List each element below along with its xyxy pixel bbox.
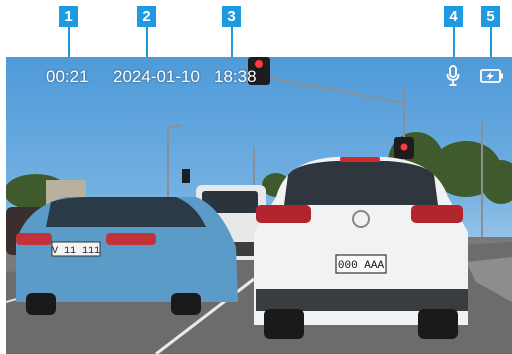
recording-time: 18:38 — [214, 67, 257, 86]
callout-2: 2 — [137, 6, 156, 27]
elapsed-time: 00:21 — [46, 67, 89, 86]
recording-date: 2024-01-10 — [113, 67, 200, 86]
microphone-icon — [446, 65, 460, 86]
left-plate-text: V 11 111 — [52, 246, 100, 257]
callout-5: 5 — [481, 6, 500, 27]
battery-charging-icon — [480, 69, 503, 83]
callout-1: 1 — [59, 6, 78, 27]
right-plate-text: 000 AAA — [338, 260, 385, 272]
traffic-light — [182, 169, 190, 183]
callout-4: 4 — [444, 6, 463, 27]
white-suv: 000 AAA — [254, 157, 468, 339]
road-scene: V 11 111 000 AAA — [6, 57, 512, 354]
blue-sedan: V 11 111 — [16, 197, 238, 315]
callout-3: 3 — [222, 6, 241, 27]
dashcam-video-frame: V 11 111 000 AAA — [6, 57, 512, 354]
